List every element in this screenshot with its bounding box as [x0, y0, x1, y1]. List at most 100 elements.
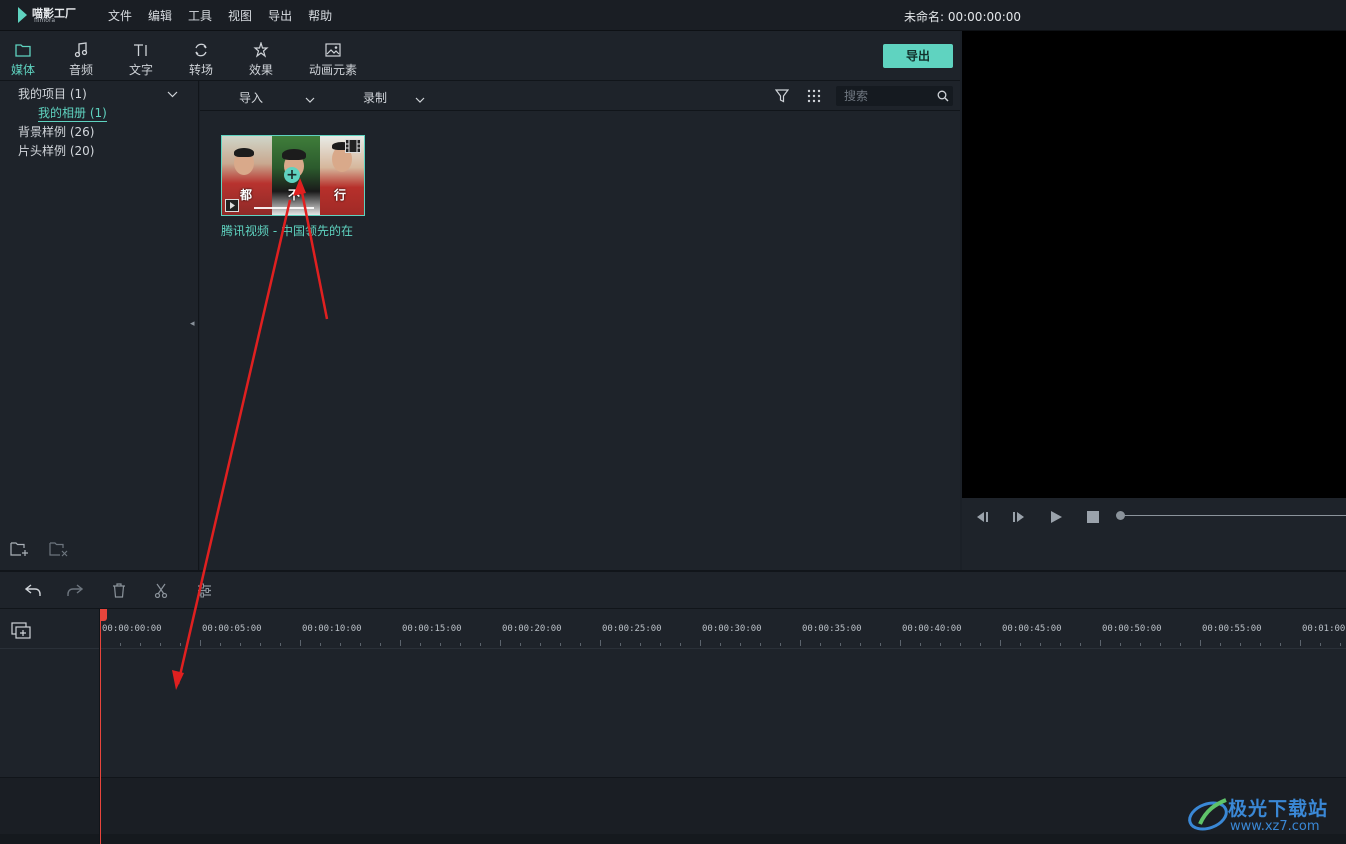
preview-progress-knob[interactable]	[1116, 511, 1125, 520]
filter-icon[interactable]	[774, 89, 790, 106]
thumbnail-hair	[234, 148, 254, 157]
ruler-minor-tick	[1140, 643, 1141, 646]
ruler-time-label: 00:00:30:00	[702, 624, 762, 634]
media-clip-thumbnail[interactable]: 都 不 行 +	[221, 135, 365, 216]
ruler-time-label: 00:00:00:00	[102, 624, 162, 634]
ruler-major-tick	[700, 640, 701, 646]
tree-item-my-project[interactable]: 我的项目 (1)	[18, 85, 87, 102]
media-library-tree: 我的项目 (1) 我的相册 (1) 背景样例 (26) 片头样例 (20) ◂	[0, 81, 199, 570]
delete-icon[interactable]	[112, 583, 126, 601]
timeline-ruler[interactable]: 00:00:00:00 00:00:05:00 00:00:10:00 00:00:1…	[0, 609, 1346, 649]
ruler-time-label: 00:00:15:00	[402, 624, 462, 634]
ruler-minor-tick	[1080, 643, 1081, 646]
add-track-icon[interactable]	[11, 622, 31, 642]
tree-item-my-album[interactable]: 我的相册 (1)	[38, 104, 107, 122]
grid-view-icon[interactable]	[807, 89, 821, 106]
search-icon[interactable]	[937, 90, 949, 105]
ruler-minor-tick	[560, 643, 561, 646]
thumbnail-hair	[282, 149, 306, 160]
logo-subtitle: filmora	[34, 17, 56, 24]
undo-icon[interactable]	[24, 583, 41, 600]
tab-label: 动画元素	[308, 63, 357, 77]
thumbnail-caption: 都	[240, 188, 253, 202]
ruler-minor-tick	[1120, 643, 1121, 646]
record-label: 录制	[363, 91, 388, 105]
menu-edit[interactable]: 编辑	[148, 7, 172, 24]
chevron-down-icon[interactable]	[167, 87, 178, 101]
effects-icon	[238, 41, 284, 59]
timeline-toolbar	[0, 572, 1346, 609]
watermark-url: www.xz7.com	[1230, 819, 1320, 834]
ruler-minor-tick	[340, 643, 341, 646]
step-forward-icon[interactable]	[1011, 510, 1027, 527]
ruler-minor-tick	[280, 643, 281, 646]
record-dropdown[interactable]: 录制	[363, 89, 425, 106]
ruler-minor-tick	[1240, 643, 1241, 646]
title-bar: 喵影工厂 filmora 文件 编辑 工具 视图 导出 帮助 未命名: 00:0…	[0, 0, 1346, 31]
media-toolbar: 导入 录制	[200, 81, 960, 111]
import-dropdown[interactable]: 导入	[239, 89, 315, 106]
tree-item-bg-samples[interactable]: 背景样例 (26)	[18, 123, 94, 140]
ruler-minor-tick	[380, 643, 381, 646]
ruler-minor-tick	[960, 643, 961, 646]
ruler-minor-tick	[1220, 643, 1221, 646]
search-input[interactable]	[844, 88, 934, 104]
resource-tabs: 媒体 音频 文字 转场 效果 动画元素 导出	[0, 31, 960, 87]
preview-controls	[962, 498, 1346, 570]
ruler-minor-tick	[1020, 643, 1021, 646]
tree-item-intro-samples[interactable]: 片头样例 (20)	[18, 142, 94, 159]
play-preview-icon[interactable]	[225, 199, 239, 212]
ruler-minor-tick	[160, 643, 161, 646]
ruler-minor-tick	[1340, 643, 1341, 646]
stop-icon[interactable]	[1086, 510, 1100, 527]
redo-icon[interactable]	[67, 583, 84, 600]
menu-tools[interactable]: 工具	[188, 7, 212, 24]
ruler-minor-tick	[660, 643, 661, 646]
tab-audio[interactable]: 音频	[58, 41, 104, 78]
menu-help[interactable]: 帮助	[308, 7, 332, 24]
add-folder-icon[interactable]	[10, 541, 30, 560]
playhead-line[interactable]	[100, 609, 101, 844]
ruler-minor-tick	[840, 643, 841, 646]
ruler-minor-tick	[140, 643, 141, 646]
ruler-time-label: 00:00:10:00	[302, 624, 362, 634]
ruler-time-label: 00:00:35:00	[802, 624, 862, 634]
preview-progress-track[interactable]	[1122, 515, 1346, 516]
menu-file[interactable]: 文件	[108, 7, 132, 24]
image-icon	[305, 41, 361, 59]
menu-export[interactable]: 导出	[268, 7, 292, 24]
step-back-icon[interactable]	[974, 510, 990, 527]
tab-label: 转场	[188, 63, 213, 77]
playhead-handle[interactable]	[100, 609, 107, 621]
ruler-minor-tick	[640, 643, 641, 646]
clip-name: 腾讯视频 - 中国领先的在	[221, 224, 353, 238]
ruler-major-tick	[500, 640, 501, 646]
timeline-scrollbar[interactable]	[0, 834, 1346, 844]
cut-icon[interactable]	[154, 583, 168, 601]
logo-mark-icon	[18, 7, 27, 23]
collapse-panel-icon[interactable]: ◂	[190, 319, 195, 329]
tab-text[interactable]: 文字	[118, 41, 164, 78]
audio-track[interactable]	[0, 778, 1346, 834]
video-track[interactable]	[0, 649, 1346, 778]
tab-media[interactable]: 媒体	[0, 41, 46, 87]
ruler-minor-tick	[320, 643, 321, 646]
music-note-icon	[58, 41, 104, 59]
tab-elements[interactable]: 动画元素	[305, 41, 361, 78]
tab-transition[interactable]: 转场	[178, 41, 224, 78]
add-to-timeline-icon[interactable]: +	[284, 167, 300, 183]
menu-bar: 文件 编辑 工具 视图 导出 帮助	[108, 7, 332, 24]
tab-effects[interactable]: 效果	[238, 41, 284, 78]
export-button[interactable]: 导出	[883, 44, 953, 68]
delete-folder-icon[interactable]	[49, 541, 69, 560]
ruler-minor-tick	[440, 643, 441, 646]
thumbnail-caption: 行	[334, 188, 347, 202]
play-icon[interactable]	[1049, 510, 1063, 527]
ruler-major-tick	[900, 640, 901, 646]
adjust-icon[interactable]	[197, 583, 212, 601]
ruler-minor-tick	[680, 643, 681, 646]
app-logo: 喵影工厂 filmora	[18, 5, 82, 25]
menu-view[interactable]: 视图	[228, 7, 252, 24]
ruler-minor-tick	[580, 643, 581, 646]
media-panel: 导入 录制 搜索 都 不 行 + 腾讯视频 - 中国领先的在	[200, 81, 960, 570]
